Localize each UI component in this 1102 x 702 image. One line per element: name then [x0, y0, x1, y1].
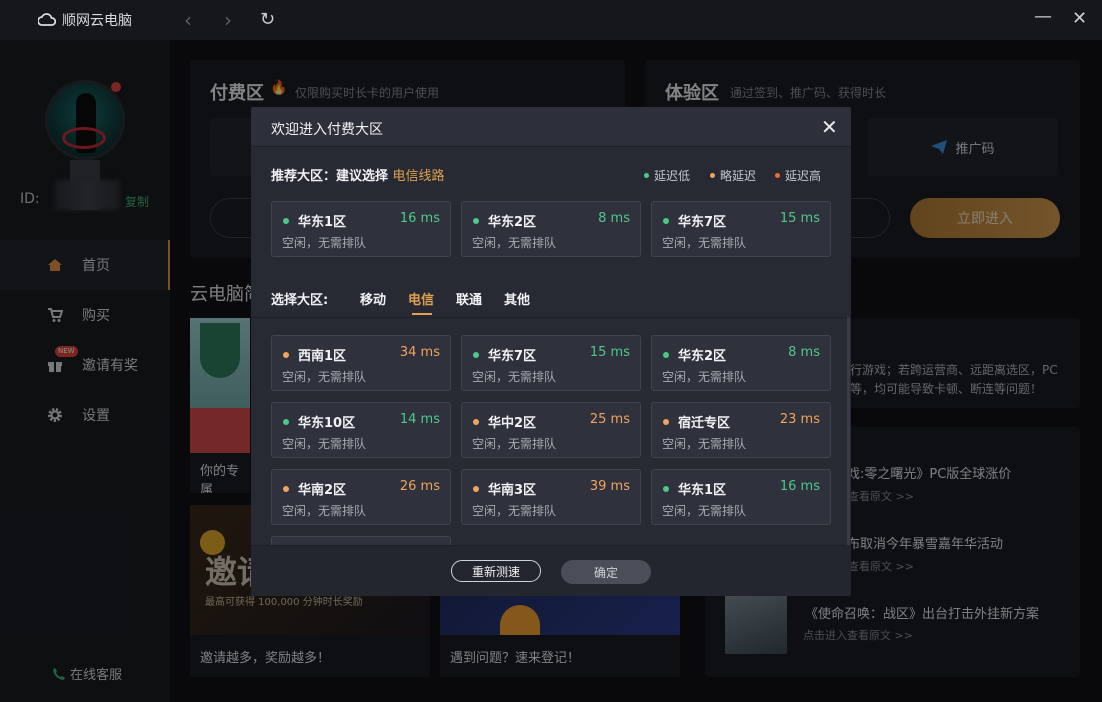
server-status: 空闲，无需排队 — [662, 236, 747, 250]
latency-dot — [663, 419, 669, 425]
recommend-highlight: 电信线路 — [392, 169, 445, 184]
latency-dot — [663, 486, 669, 492]
server-name: 华东1区 — [678, 483, 727, 498]
server-name: 西南1区 — [298, 349, 347, 364]
server-name: 华东2区 — [488, 215, 537, 230]
server-name: 华东2区 — [678, 349, 727, 364]
latency-dot — [663, 352, 669, 358]
legend-high: 延迟高 — [775, 167, 821, 184]
latency-dot — [663, 218, 669, 224]
select-region-label: 选择大区: — [271, 293, 329, 308]
server-status: 空闲，无需排队 — [662, 504, 747, 518]
refresh-icon[interactable]: ↻ — [260, 9, 275, 30]
server-status: 空闲，无需排队 — [472, 437, 557, 451]
server-latency: 23 ms — [779, 412, 820, 427]
server-card[interactable]: 华东2区 8 ms 空闲，无需排队 — [651, 335, 831, 391]
server-name: 华东7区 — [488, 349, 537, 364]
modal-title: 欢迎进入付费大区 — [271, 122, 383, 138]
server-select-modal: 欢迎进入付费大区 ✕ 推荐大区：建议选择 电信线路 延迟低 略延迟 延迟高 选择… — [251, 107, 851, 596]
server-card[interactable]: 华东1区 16 ms 空闲，无需排队 — [271, 201, 451, 257]
server-card[interactable]: 宿迁专区 23 ms 空闲，无需排队 — [651, 402, 831, 458]
recommend-label: 推荐大区：建议选择 电信线路 — [271, 169, 445, 184]
server-status: 空闲，无需排队 — [282, 437, 367, 451]
close-icon[interactable]: ✕ — [821, 115, 838, 139]
title-bar: 顺网云电脑 ‹ › ↻ — ✕ — [0, 0, 1102, 40]
server-card[interactable]: 华东7区 15 ms 空闲，无需排队 — [651, 201, 831, 257]
tab-unicom[interactable]: 联通 — [456, 289, 482, 308]
server-card[interactable]: 华中2区 25 ms 空闲，无需排队 — [461, 402, 641, 458]
forward-icon[interactable]: › — [224, 8, 232, 32]
server-latency: 39 ms — [589, 479, 630, 494]
latency-dot — [473, 218, 479, 224]
server-latency: 8 ms — [598, 211, 630, 226]
server-card[interactable]: 西南1区 34 ms 空闲，无需排队 — [271, 335, 451, 391]
server-card[interactable]: 华东7区 15 ms 空闲，无需排队 — [461, 335, 641, 391]
server-card[interactable]: 华东2区 8 ms 空闲，无需排队 — [461, 201, 641, 257]
server-name: 华东10区 — [298, 416, 356, 431]
server-status: 空闲，无需排队 — [662, 370, 747, 384]
close-window-icon[interactable]: ✕ — [1072, 8, 1087, 29]
server-status: 空闲，无需排队 — [662, 437, 747, 451]
server-latency: 14 ms — [399, 412, 440, 427]
server-name: 华东1区 — [298, 215, 347, 230]
latency-dot — [473, 352, 479, 358]
server-latency: 15 ms — [779, 211, 820, 226]
latency-dot — [283, 419, 289, 425]
confirm-button[interactable]: 确定 — [561, 560, 651, 584]
server-card-partial[interactable] — [271, 536, 451, 545]
server-name: 华南2区 — [298, 483, 347, 498]
scrollbar[interactable] — [847, 317, 850, 545]
minimize-icon[interactable]: — — [1034, 6, 1052, 27]
latency-dot — [473, 419, 479, 425]
legend-low: 延迟低 — [644, 167, 690, 184]
server-latency: 26 ms — [399, 479, 440, 494]
server-card[interactable]: 华东10区 14 ms 空闲，无需排队 — [271, 402, 451, 458]
tab-mobile[interactable]: 移动 — [360, 289, 386, 308]
server-name: 华中2区 — [488, 416, 537, 431]
legend-mid: 略延迟 — [710, 167, 756, 184]
server-name: 华南3区 — [488, 483, 537, 498]
server-card[interactable]: 华东1区 16 ms 空闲，无需排队 — [651, 469, 831, 525]
server-card[interactable]: 华南3区 39 ms 空闲，无需排队 — [461, 469, 641, 525]
server-status: 空闲，无需排队 — [472, 370, 557, 384]
server-status: 空闲，无需排队 — [282, 504, 367, 518]
server-status: 空闲，无需排队 — [472, 504, 557, 518]
latency-dot — [283, 218, 289, 224]
cloud-logo-icon — [38, 13, 56, 26]
app-title: 顺网云电脑 — [62, 13, 132, 29]
server-name: 宿迁专区 — [678, 416, 731, 431]
server-name: 华东7区 — [678, 215, 727, 230]
server-status: 空闲，无需排队 — [472, 236, 557, 250]
server-status: 空闲，无需排队 — [282, 370, 367, 384]
active-tab-indicator — [412, 313, 432, 315]
latency-dot — [283, 486, 289, 492]
tab-other[interactable]: 其他 — [504, 289, 530, 308]
app-logo: 顺网云电脑 — [38, 10, 132, 30]
retest-button[interactable]: 重新测速 — [451, 560, 541, 582]
server-latency: 34 ms — [399, 345, 440, 360]
server-latency: 16 ms — [779, 479, 820, 494]
server-latency: 15 ms — [589, 345, 630, 360]
latency-dot — [473, 486, 479, 492]
tab-telecom[interactable]: 电信 — [408, 289, 434, 308]
server-status: 空闲，无需排队 — [282, 236, 367, 250]
server-latency: 8 ms — [788, 345, 820, 360]
latency-dot — [283, 352, 289, 358]
server-latency: 16 ms — [399, 211, 440, 226]
back-icon[interactable]: ‹ — [184, 8, 192, 32]
modal-footer: 重新测速 确定 — [251, 545, 851, 596]
server-card[interactable]: 华南2区 26 ms 空闲，无需排队 — [271, 469, 451, 525]
server-list: 西南1区 34 ms 空闲，无需排队 华东7区 15 ms 空闲，无需排队 华东2区 8 ms… — [251, 317, 851, 545]
modal-header: 欢迎进入付费大区 ✕ — [251, 107, 851, 147]
server-latency: 25 ms — [589, 412, 630, 427]
